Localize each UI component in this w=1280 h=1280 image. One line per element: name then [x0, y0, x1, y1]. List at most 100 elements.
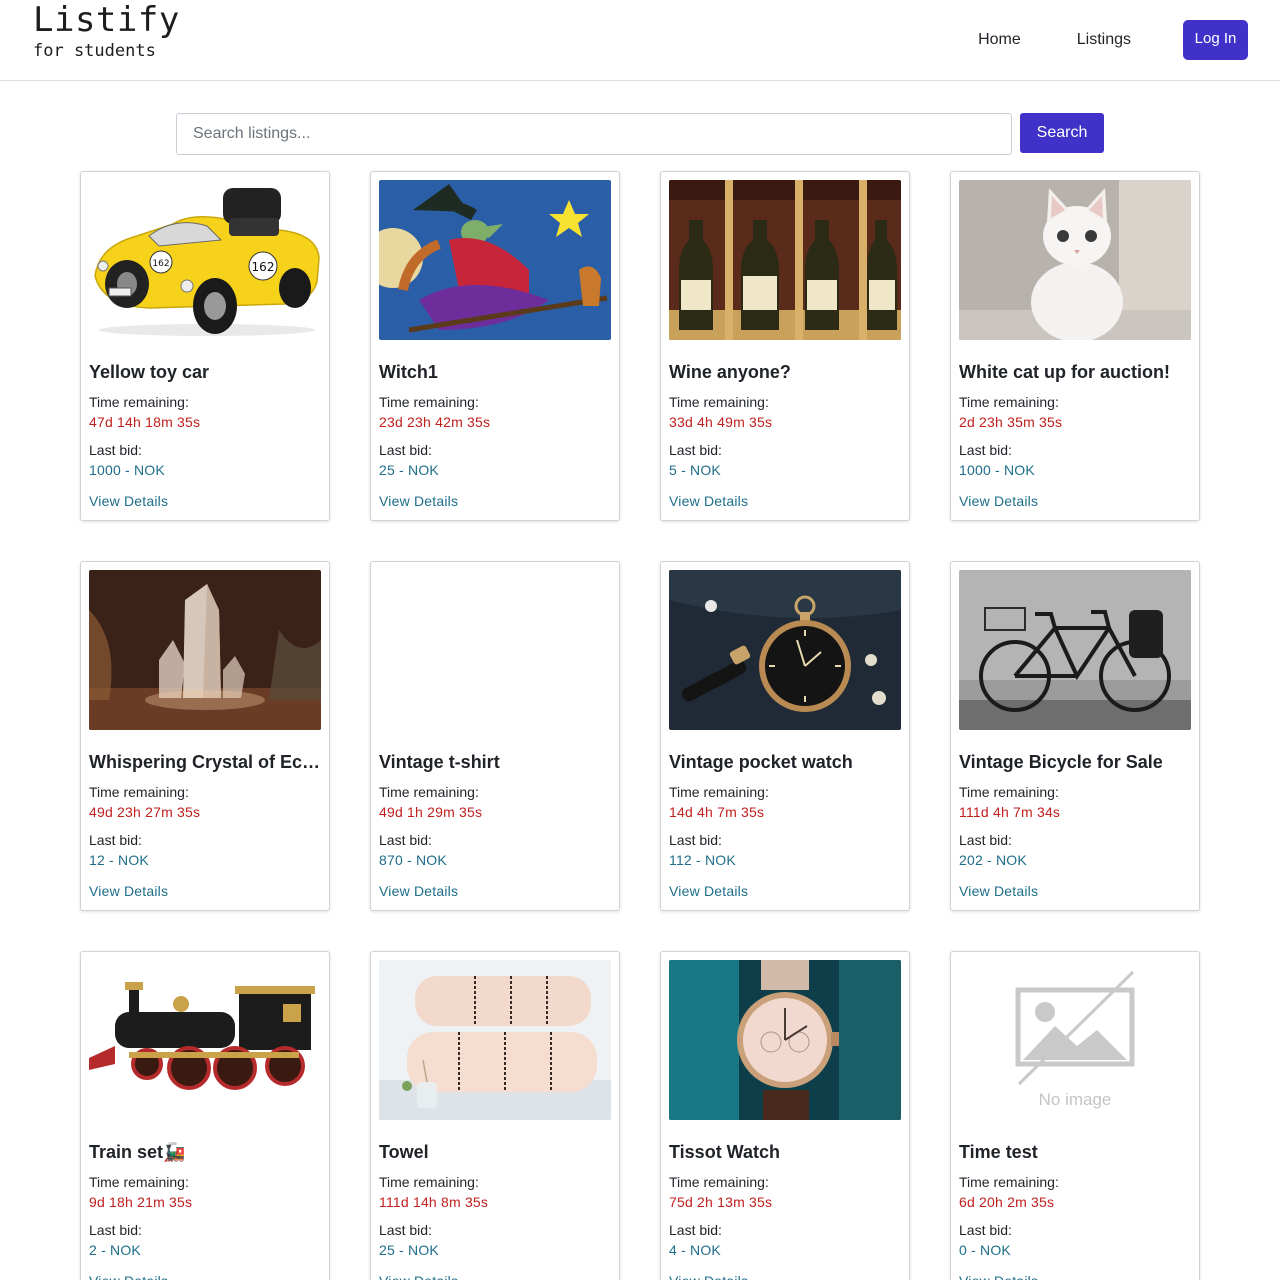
- toy-car-image: 162 162: [89, 180, 321, 340]
- time-remaining-label: Time remaining:: [379, 784, 479, 800]
- time-remaining-label: Time remaining:: [669, 1174, 769, 1190]
- listing-card[interactable]: Wine anyone? Time remaining: 33d 4h 49m 35…: [660, 171, 910, 521]
- listing-card[interactable]: Vintage Bicycle for Sale Time remaining: 1…: [950, 561, 1200, 911]
- view-details-link[interactable]: View Details: [669, 881, 748, 901]
- pocket-watch-image: [669, 570, 901, 730]
- time-remaining-label: Time remaining:: [89, 394, 189, 410]
- wrist-watch-image: [669, 960, 901, 1120]
- listing-image[interactable]: [379, 960, 611, 1120]
- time-remaining-value: 2d 23h 35m 35s: [959, 414, 1063, 430]
- listing-title: Vintage t-shirt: [379, 752, 500, 772]
- view-details-link[interactable]: View Details: [669, 491, 748, 511]
- listing-card[interactable]: 162 162 Yellow toy car Time remaining: 47d…: [80, 171, 330, 521]
- listing-title: Towel: [379, 1142, 429, 1162]
- last-bid-value: 2 - NOK: [89, 1242, 141, 1258]
- view-details-link[interactable]: View Details: [959, 881, 1038, 901]
- time-remaining-value: 49d 1h 29m 35s: [379, 804, 483, 820]
- logo[interactable]: Listify for students: [33, 0, 180, 61]
- logo-title: Listify: [33, 0, 180, 40]
- last-bid-value: 12 - NOK: [89, 852, 149, 868]
- listing-title: Whispering Crystal of Echoes: [89, 752, 321, 772]
- crystal-image: [89, 570, 321, 730]
- listing-card[interactable]: Witch1 Time remaining: 23d 23h 42m 35s Last…: [370, 171, 620, 521]
- last-bid-label: Last bid:: [959, 1222, 1012, 1238]
- listing-image[interactable]: [89, 960, 321, 1120]
- listing-image[interactable]: [669, 960, 901, 1120]
- last-bid-value: 1000 - NOK: [89, 462, 165, 478]
- view-details-link[interactable]: View Details: [379, 1271, 458, 1280]
- time-remaining-value: 111d 14h 8m 35s: [379, 1194, 489, 1210]
- time-remaining-value: 33d 4h 49m 35s: [669, 414, 773, 430]
- listing-card[interactable]: No image Time test Time remaining: 6d 20h 2…: [950, 951, 1200, 1280]
- last-bid-label: Last bid:: [669, 832, 722, 848]
- last-bid-label: Last bid:: [379, 1222, 432, 1238]
- nav-home-link[interactable]: Home: [978, 20, 1021, 60]
- view-details-link[interactable]: View Details: [379, 881, 458, 901]
- view-details-link[interactable]: View Details: [89, 881, 168, 901]
- time-remaining-value: 49d 23h 27m 35s: [89, 804, 201, 820]
- listing-image[interactable]: [669, 570, 901, 730]
- listing-title: Wine anyone?: [669, 362, 791, 382]
- witch-image: [379, 180, 611, 340]
- nav-listings-link[interactable]: Listings: [1077, 20, 1131, 60]
- time-remaining-label: Time remaining:: [379, 1174, 479, 1190]
- time-remaining-value: 75d 2h 13m 35s: [669, 1194, 773, 1210]
- svg-text:162: 162: [152, 259, 169, 269]
- view-details-link[interactable]: View Details: [959, 1271, 1038, 1280]
- view-details-link[interactable]: View Details: [379, 491, 458, 511]
- listing-card[interactable]: Vintage t-shirt Time remaining: 49d 1h 29m…: [370, 561, 620, 911]
- view-details-link[interactable]: View Details: [669, 1271, 748, 1280]
- listing-card[interactable]: Vintage pocket watch Time remaining: 14d 4…: [660, 561, 910, 911]
- last-bid-label: Last bid:: [959, 832, 1012, 848]
- search-input[interactable]: [176, 113, 1012, 155]
- login-button[interactable]: Log In: [1183, 20, 1248, 60]
- time-remaining-label: Time remaining:: [959, 1174, 1059, 1190]
- time-remaining-value: 47d 14h 18m 35s: [89, 414, 201, 430]
- listing-card[interactable]: Towel Time remaining: 111d 14h 8m 35s Last …: [370, 951, 620, 1280]
- listing-title: White cat up for auction!: [959, 362, 1170, 382]
- time-remaining-label: Time remaining:: [89, 1174, 189, 1190]
- view-details-link[interactable]: View Details: [959, 491, 1038, 511]
- listing-image[interactable]: [379, 570, 611, 730]
- listings-grid: 162 162 Yellow toy car Time remaining: 47d…: [80, 171, 1200, 1280]
- last-bid-value: 4 - NOK: [669, 1242, 721, 1258]
- listing-title: Train set🚂: [89, 1142, 186, 1162]
- listing-card[interactable]: Tissot Watch Time remaining: 75d 2h 13m 35…: [660, 951, 910, 1280]
- time-remaining-value: 6d 20h 2m 35s: [959, 1194, 1055, 1210]
- view-details-link[interactable]: View Details: [89, 491, 168, 511]
- listing-image[interactable]: [959, 180, 1191, 340]
- last-bid-value: 0 - NOK: [959, 1242, 1011, 1258]
- listing-title: Time test: [959, 1142, 1038, 1162]
- listing-image[interactable]: [669, 180, 901, 340]
- last-bid-value: 870 - NOK: [379, 852, 447, 868]
- listing-image[interactable]: [959, 570, 1191, 730]
- train-image: [89, 960, 321, 1120]
- view-details-link[interactable]: View Details: [89, 1271, 168, 1280]
- logo-subtitle: for students: [33, 41, 156, 61]
- last-bid-label: Last bid:: [89, 832, 142, 848]
- last-bid-label: Last bid:: [959, 442, 1012, 458]
- listing-image[interactable]: [89, 570, 321, 730]
- listing-image[interactable]: 162 162: [89, 180, 321, 340]
- site-header: Listify for students Home Listings Log I…: [0, 0, 1280, 81]
- listing-card[interactable]: Train set🚂 Time remaining: 9d 18h 21m 35s L…: [80, 951, 330, 1280]
- towel-image: [379, 960, 611, 1120]
- last-bid-label: Last bid:: [89, 442, 142, 458]
- time-remaining-value: 23d 23h 42m 35s: [379, 414, 491, 430]
- listing-title: Yellow toy car: [89, 362, 210, 382]
- listing-card[interactable]: White cat up for auction! Time remaining:…: [950, 171, 1200, 521]
- bicycle-image: [959, 570, 1191, 730]
- listing-image[interactable]: No image: [959, 960, 1191, 1120]
- search-button[interactable]: Search: [1020, 113, 1104, 153]
- last-bid-label: Last bid:: [379, 832, 432, 848]
- wine-image: [669, 180, 901, 340]
- time-remaining-value: 9d 18h 21m 35s: [89, 1194, 193, 1210]
- last-bid-label: Last bid:: [669, 1222, 722, 1238]
- listing-title: Tissot Watch: [669, 1142, 781, 1162]
- listing-title: Vintage Bicycle for Sale: [959, 752, 1163, 772]
- main-nav: Home Listings Log In: [978, 20, 1248, 60]
- listing-card[interactable]: Whispering Crystal of Echoes Time remaini…: [80, 561, 330, 911]
- time-remaining-label: Time remaining:: [669, 394, 769, 410]
- listing-image[interactable]: [379, 180, 611, 340]
- time-remaining-label: Time remaining:: [669, 784, 769, 800]
